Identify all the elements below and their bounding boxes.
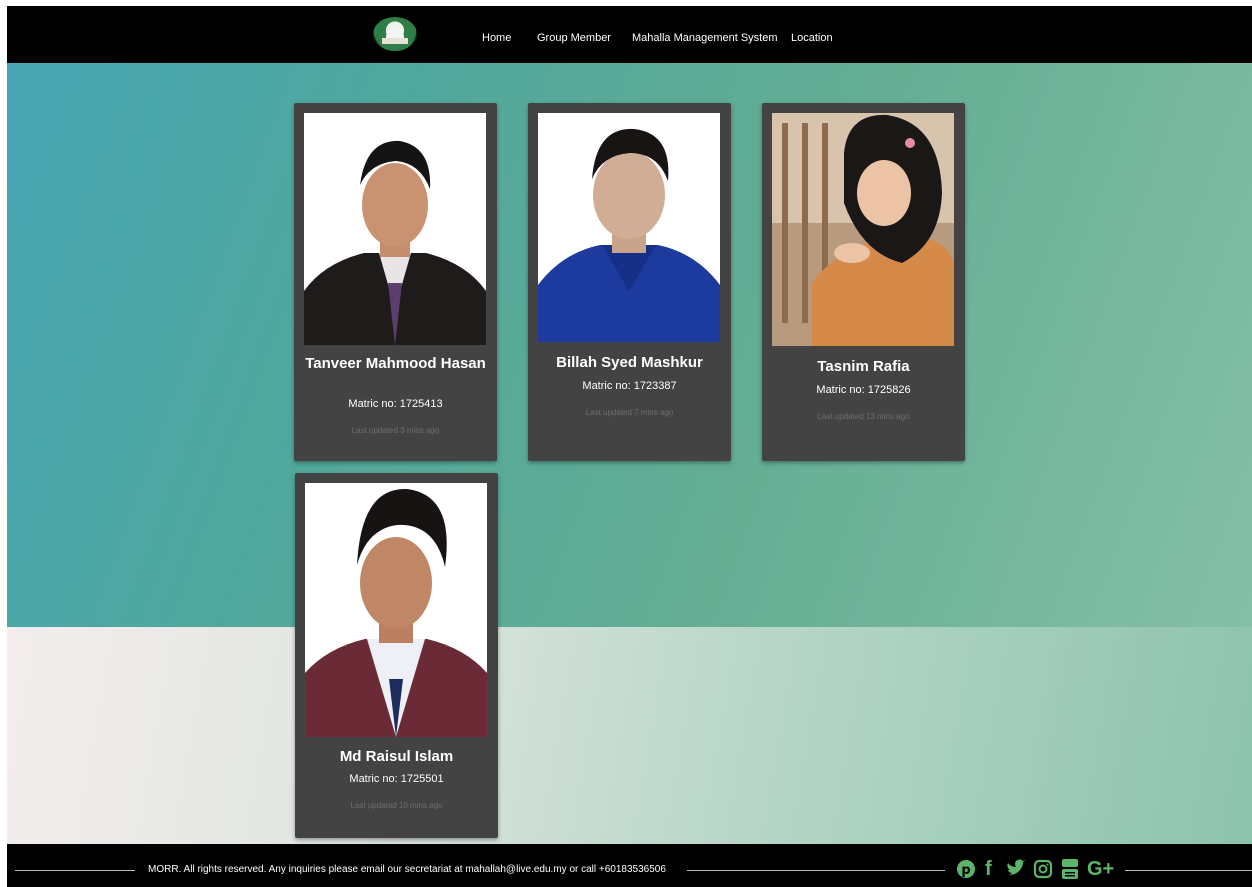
member-last-updated: Last updated 13 mins ago — [817, 412, 910, 421]
footer-divider — [1125, 870, 1252, 871]
instagram-icon[interactable] — [1033, 858, 1053, 885]
footer-copyright-text: MORR. All rights reserved. Any inquiries… — [148, 864, 666, 875]
mosque-logo-icon[interactable] — [373, 17, 417, 51]
member-name: Billah Syed Mashkur — [556, 354, 703, 371]
footer-divider — [687, 870, 945, 871]
member-last-updated: Last updated 3 mins ago — [351, 426, 440, 435]
member-photo — [538, 113, 720, 342]
member-photo — [305, 483, 487, 737]
member-matric: Matric no: 1725413 — [348, 398, 443, 410]
lower-background — [7, 627, 1252, 844]
member-name: Tasnim Rafia — [817, 358, 910, 375]
youtube-icon[interactable] — [1060, 858, 1080, 885]
member-card: Tanveer Mahmood Hasan Matric no: 1725413… — [294, 103, 497, 461]
footer-divider — [15, 870, 135, 871]
member-card: Billah Syed Mashkur Matric no: 1723387 L… — [528, 103, 731, 461]
member-card: Md Raisul Islam Matric no: 1725501 Last … — [295, 473, 498, 838]
twitter-icon[interactable] — [1005, 858, 1027, 885]
member-name: Tanveer Mahmood Hasan — [305, 355, 486, 372]
member-card: Tasnim Rafia Matric no: 1725826 Last upd… — [762, 103, 965, 461]
member-photo — [304, 113, 486, 345]
member-last-updated: Last updated 10 mins ago — [350, 801, 443, 810]
nav-mahalla-management-link[interactable]: Mahalla Management System — [632, 32, 778, 44]
nav-home-link[interactable]: Home — [482, 32, 511, 44]
member-matric: Matric no: 1723387 — [582, 380, 677, 392]
footer: MORR. All rights reserved. Any inquiries… — [7, 844, 1252, 887]
nav-location-link[interactable]: Location — [791, 32, 833, 44]
pinterest-icon[interactable]: p — [956, 858, 976, 885]
member-matric: Matric no: 1725826 — [816, 384, 911, 396]
facebook-icon[interactable]: f — [985, 858, 992, 880]
member-matric: Matric no: 1725501 — [349, 773, 444, 785]
svg-text:p: p — [961, 863, 970, 878]
member-last-updated: Last updated 7 mins ago — [585, 408, 674, 417]
member-photo — [772, 113, 954, 346]
nav-group-member-link[interactable]: Group Member — [537, 32, 611, 44]
google-plus-icon[interactable]: G+ — [1087, 858, 1114, 880]
top-navbar: Home Group Member Mahalla Management Sys… — [7, 6, 1252, 63]
member-name: Md Raisul Islam — [339, 748, 454, 765]
page: Home Group Member Mahalla Management Sys… — [7, 6, 1252, 887]
